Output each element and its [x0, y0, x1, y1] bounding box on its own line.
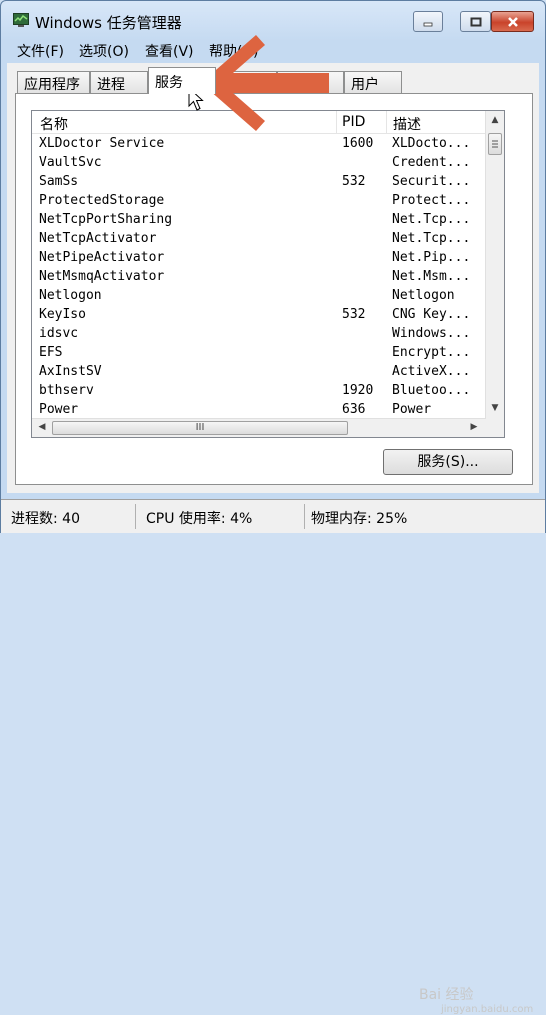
cell-description: Power	[392, 402, 432, 415]
cell-description: Netlogon	[392, 288, 455, 303]
cell-name: SamSs	[39, 174, 79, 189]
table-row[interactable]: KeyIso 532 CNG Key...	[32, 306, 486, 325]
status-process-count: 进程数: 40	[11, 511, 80, 527]
cell-name: Power	[39, 402, 79, 415]
cell-description: Protect...	[392, 193, 471, 208]
column-divider[interactable]	[336, 111, 337, 133]
scroll-left-arrow-icon[interactable]: ◀	[34, 422, 50, 432]
table-row[interactable]: idsvc Windows...	[32, 325, 486, 344]
services-list[interactable]: 名称 PID 描述 XLDoctor Service 1600 XLDocto...…	[31, 110, 505, 438]
cell-description: Net.Tcp...	[392, 231, 471, 246]
scroll-grip-icon	[492, 140, 498, 148]
table-row[interactable]: EFS Encrypt...	[32, 344, 486, 363]
table-row[interactable]: SamSs 532 Securit...	[32, 173, 486, 192]
table-row[interactable]: Netlogon Netlogon	[32, 287, 486, 306]
task-manager-window: Windows 任务管理器 文件(F) 选项(O) 查看(V) 帮助(H) 应用…	[0, 0, 546, 1015]
cell-name: EFS	[39, 345, 63, 360]
close-button[interactable]	[491, 11, 534, 32]
minimize-icon	[423, 22, 433, 26]
column-header-name[interactable]: 名称	[40, 114, 68, 134]
tab-services[interactable]: 服务	[148, 67, 216, 94]
baidu-watermark: Bai 经验	[419, 987, 474, 1003]
cell-name: idsvc	[39, 326, 79, 341]
cell-name: XLDoctor Service	[39, 136, 165, 151]
tab-processes[interactable]: 进程	[90, 71, 148, 93]
cell-description: ActiveX...	[392, 364, 471, 379]
cell-description: Encrypt...	[392, 345, 471, 360]
cell-pid: 532	[342, 174, 366, 189]
cell-pid: 636	[342, 402, 366, 415]
maximize-button[interactable]	[460, 11, 491, 32]
table-row[interactable]: bthserv 1920 Bluetoo...	[32, 382, 486, 401]
baidu-watermark-url: jingyan.baidu.com	[441, 1004, 534, 1015]
cell-name: NetPipeActivator	[39, 250, 165, 265]
cell-name: NetTcpPortSharing	[39, 212, 173, 227]
status-divider	[304, 504, 305, 529]
column-divider[interactable]	[386, 111, 387, 133]
horizontal-scroll-thumb[interactable]: III	[52, 421, 348, 435]
scroll-down-arrow-icon[interactable]: ▼	[487, 403, 503, 413]
table-row[interactable]: NetTcpPortSharing Net.Tcp...	[32, 211, 486, 230]
status-divider	[135, 504, 136, 529]
annotation-arrow-icon	[201, 35, 329, 131]
menu-file[interactable]: 文件(F)	[17, 41, 64, 61]
status-cpu-usage: CPU 使用率: 4%	[146, 511, 253, 527]
cell-pid: 532	[342, 307, 366, 322]
menu-options[interactable]: 选项(O)	[79, 41, 129, 61]
vertical-scroll-thumb[interactable]	[488, 133, 502, 155]
cell-name: KeyIso	[39, 307, 86, 322]
cell-description: CNG Key...	[392, 307, 471, 322]
services-button[interactable]: 服务(S)...	[383, 449, 513, 475]
table-row[interactable]: VaultSvc Credent...	[32, 154, 486, 173]
cell-name: NetTcpActivator	[39, 231, 157, 246]
cell-description: Net.Tcp...	[392, 212, 471, 227]
window-title: Windows 任务管理器	[35, 14, 182, 32]
cell-pid: 1920	[342, 383, 374, 398]
horizontal-scrollbar[interactable]: ◀ III ▶	[32, 418, 486, 437]
scroll-right-arrow-icon[interactable]: ▶	[466, 422, 482, 432]
cell-description: Windows...	[392, 326, 471, 341]
cell-name: VaultSvc	[39, 155, 102, 170]
table-row[interactable]: XLDoctor Service 1600 XLDocto...	[32, 135, 486, 154]
cell-pid: 1600	[342, 136, 374, 151]
table-row[interactable]: AxInstSV ActiveX...	[32, 363, 486, 382]
scroll-up-arrow-icon[interactable]: ▲	[487, 115, 503, 125]
menu-view[interactable]: 查看(V)	[145, 41, 194, 61]
status-bar: 进程数: 40 CPU 使用率: 4% 物理内存: 25% Bai 经验 jin…	[1, 499, 545, 1015]
table-row[interactable]: NetTcpActivator Net.Tcp...	[32, 230, 486, 249]
tab-applications[interactable]: 应用程序	[17, 71, 90, 93]
cell-name: ProtectedStorage	[39, 193, 165, 208]
table-row[interactable]: Power 636 Power	[32, 401, 486, 415]
tab-users[interactable]: 用户	[344, 71, 402, 93]
close-icon	[507, 16, 518, 27]
cell-description: Credent...	[392, 155, 471, 170]
service-rows: XLDoctor Service 1600 XLDocto... VaultSvc C…	[32, 135, 486, 415]
cell-name: bthserv	[39, 383, 94, 398]
table-row[interactable]: NetPipeActivator Net.Pip...	[32, 249, 486, 268]
cell-description: Securit...	[392, 174, 471, 189]
cell-name: AxInstSV	[39, 364, 102, 379]
cell-description: Net.Pip...	[392, 250, 471, 265]
table-row[interactable]: NetMsmqActivator Net.Msm...	[32, 268, 486, 287]
maximize-icon	[470, 17, 481, 26]
task-manager-icon	[13, 13, 29, 27]
vertical-scrollbar[interactable]: ▲ ▼	[485, 111, 504, 419]
cell-description: XLDocto...	[392, 136, 471, 151]
table-row[interactable]: ProtectedStorage Protect...	[32, 192, 486, 211]
title-bar[interactable]: Windows 任务管理器	[1, 1, 545, 37]
cell-description: Bluetoo...	[392, 383, 471, 398]
cell-description: Net.Msm...	[392, 269, 471, 284]
column-header-pid[interactable]: PID	[342, 114, 365, 130]
cell-name: NetMsmqActivator	[39, 269, 165, 284]
column-header-description[interactable]: 描述	[393, 114, 421, 134]
minimize-button[interactable]	[413, 11, 443, 32]
cell-name: Netlogon	[39, 288, 102, 303]
scrollbar-corner	[486, 419, 504, 437]
status-physical-memory: 物理内存: 25%	[311, 511, 408, 527]
